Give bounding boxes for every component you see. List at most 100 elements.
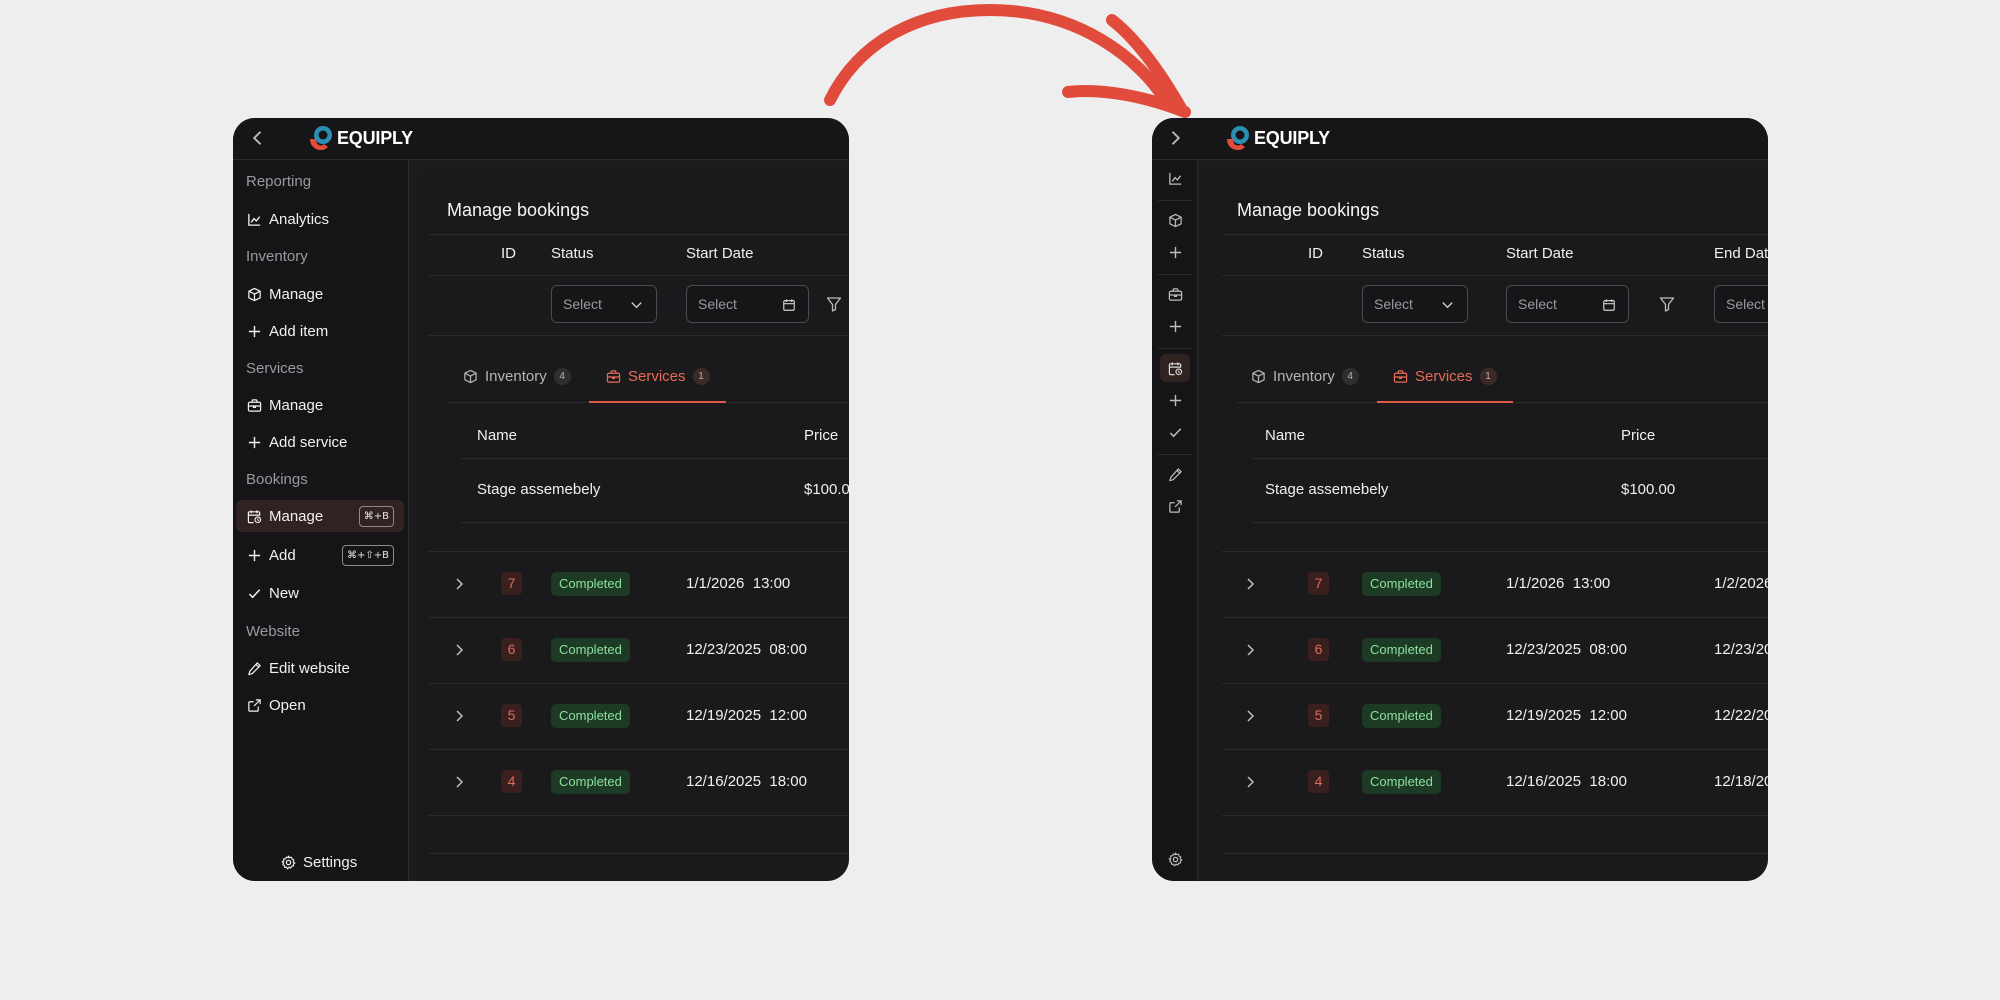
gear-icon [281,855,296,870]
sidebar-item-inventory-manage[interactable]: Manage [236,278,404,310]
calendar-clock-icon [1168,361,1183,376]
column-header-price: Price [804,427,839,444]
booking-start-date: 12/19/2025 12:00 [686,707,807,724]
expand-row-chevron-icon[interactable] [1242,576,1258,592]
tab-count-badge: 1 [692,368,710,385]
logo-text: EQUIPLY [337,127,413,148]
app-window-collapsed: EQUIPLY Manage bookings ID Status Start … [1152,118,1768,881]
expand-row-chevron-icon[interactable] [1242,774,1258,790]
service-price: $100.00 [1621,481,1676,498]
gear-icon [1168,852,1183,867]
tab-services[interactable]: Services 1 [1391,360,1499,393]
calendar-icon [782,298,796,312]
column-header-start-date: Start Date [686,245,754,262]
nav-add-service-icon-button[interactable] [1160,312,1190,340]
tab-inventory[interactable]: Inventory 4 [461,360,573,393]
tab-count-badge: 4 [553,368,571,385]
settings-icon-button[interactable] [1160,845,1190,873]
booking-id-badge: 4 [1308,770,1329,793]
booking-id-badge: 7 [1308,572,1329,595]
sidebar: Reporting Analytics Inventory Manage Add… [233,160,409,881]
tab-services[interactable]: Services 1 [604,360,712,393]
equiply-logo-icon [307,124,335,152]
tab-inventory[interactable]: Inventory 4 [1249,360,1361,393]
status-badge: Completed [1362,704,1441,728]
expand-row-chevron-icon[interactable] [451,576,467,592]
chevron-right-icon[interactable] [1165,128,1185,148]
status-badge: Completed [1362,572,1441,596]
booking-id-badge: 4 [501,770,522,793]
sidebar-item-bookings-new[interactable]: New [236,577,404,609]
status-filter-select[interactable]: Select [551,285,657,323]
shortcut-badge: ⌘+B [358,506,394,527]
start-date-filter[interactable]: Select [1506,285,1629,323]
sidebar-item-bookings-add[interactable]: Add ⌘+⇧+B [236,539,404,571]
nav-add-item-icon-button[interactable] [1160,238,1190,266]
start-date-filter[interactable]: Select [686,285,809,323]
settings-button[interactable]: Settings [281,854,357,871]
filter-icon[interactable] [1659,296,1675,312]
briefcase-icon [247,398,262,413]
column-header-start-date: Start Date [1506,245,1574,262]
sidebar-item-analytics[interactable]: Analytics [236,203,404,235]
tab-count-badge: 4 [1341,368,1359,385]
nav-bookings-new-icon-button[interactable] [1160,418,1190,446]
external-link-icon [1168,499,1183,514]
sidebar-collapsed [1152,160,1198,881]
sidebar-item-services-manage[interactable]: Manage [236,389,404,421]
sidebar-item-open-website[interactable]: Open [236,689,404,721]
equiply-logo-icon [1224,124,1252,152]
column-header-id: ID [1308,245,1323,262]
nav-open-website-icon-button[interactable] [1160,492,1190,520]
pencil-icon [1168,467,1183,482]
expand-row-chevron-icon[interactable] [451,708,467,724]
nav-inventory-manage-icon-button[interactable] [1160,206,1190,234]
service-name: Stage assemebely [477,481,601,498]
booking-id-badge: 5 [501,704,522,727]
sidebar-item-bookings-manage[interactable]: Manage ⌘+B [236,500,404,532]
expand-row-chevron-icon[interactable] [451,774,467,790]
section-label-inventory: Inventory [246,248,308,265]
service-price: $100.00 [804,481,849,498]
expand-row-chevron-icon[interactable] [1242,708,1258,724]
top-bar: EQUIPLY [1152,118,1768,160]
expand-row-chevron-icon[interactable] [451,642,467,658]
box-icon [463,369,478,384]
tab-count-badge: 1 [1479,368,1497,385]
nav-services-manage-icon-button[interactable] [1160,280,1190,308]
booking-start-date: 12/23/2025 08:00 [1506,641,1627,658]
section-label-reporting: Reporting [246,173,312,190]
status-badge: Completed [551,770,630,794]
check-icon [1168,425,1183,440]
sidebar-item-edit-website[interactable]: Edit website [236,652,404,684]
sidebar-item-add-item[interactable]: Add item [236,315,404,347]
booking-end-date: 1/2/2026 [1714,575,1768,592]
nav-edit-website-icon-button[interactable] [1160,460,1190,488]
booking-start-date: 12/23/2025 08:00 [686,641,807,658]
chevron-down-icon [629,297,644,312]
booking-start-date: 1/1/2026 13:00 [1506,575,1611,592]
status-badge: Completed [1362,638,1441,662]
filter-icon[interactable] [826,296,842,312]
booking-end-date: 12/23/2025 [1714,641,1768,658]
nav-analytics-icon-button[interactable] [1160,164,1190,192]
column-header-price: Price [1621,427,1656,444]
sidebar-item-add-service[interactable]: Add service [236,426,404,458]
logo-text: EQUIPLY [1254,127,1330,148]
expand-row-chevron-icon[interactable] [1242,642,1258,658]
plus-icon [247,435,262,450]
status-badge: Completed [1362,770,1441,794]
end-date-filter[interactable]: Select [1714,285,1768,323]
chevron-left-icon[interactable] [248,128,268,148]
booking-id-badge: 6 [501,638,522,661]
status-badge: Completed [551,638,630,662]
status-filter-select[interactable]: Select [1362,285,1468,323]
nav-bookings-add-icon-button[interactable] [1160,386,1190,414]
section-label-website: Website [246,623,300,640]
box-icon [1168,213,1183,228]
calendar-clock-icon [247,509,262,524]
nav-bookings-manage-icon-button[interactable] [1160,354,1190,382]
briefcase-icon [606,369,621,384]
booking-start-date: 12/16/2025 18:00 [1506,773,1627,790]
briefcase-icon [1168,287,1183,302]
